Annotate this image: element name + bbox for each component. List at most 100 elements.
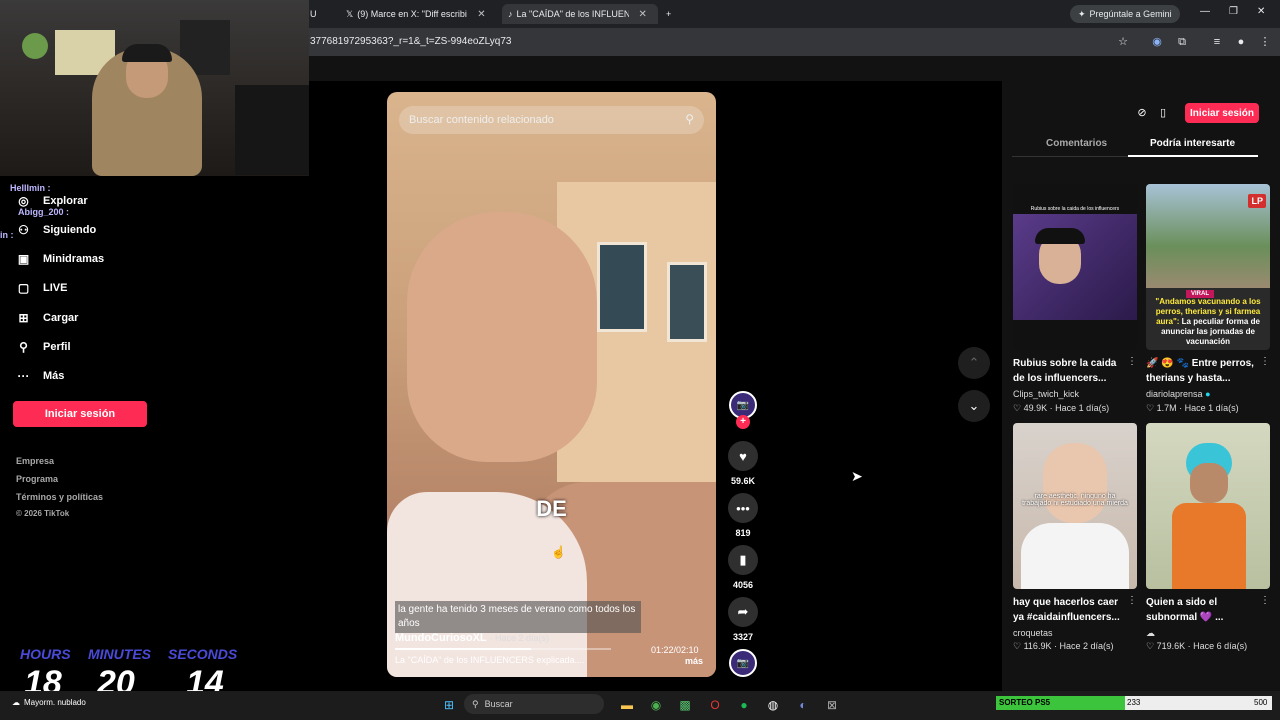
card-author-row[interactable]: diariolaprensa ● [1146,389,1211,399]
heart-outline-icon: ♡ [1013,641,1022,651]
sidebar-item-cargar[interactable]: ⊞ Cargar [16,309,78,327]
maximize-icon[interactable]: ❐ [1229,6,1238,17]
follow-plus-icon[interactable]: + [736,415,750,429]
app-icon[interactable]: ◍ [764,696,782,714]
video-bg-window [667,262,707,342]
heart-outline-icon: ♡ [1013,403,1022,413]
sorteo-goal: 500 [1254,698,1268,707]
webcam-monitor [235,85,309,175]
windows-start-icon[interactable]: ⊞ [440,696,458,714]
previous-video-button[interactable]: ⌃ [958,347,990,379]
sidebar-item-label: Explorar [43,195,88,207]
sidebar-item-siguiendo[interactable]: ⚇ Siguiendo [16,221,96,239]
share-button[interactable]: ➦ [728,597,758,627]
discord-icon[interactable]: ◐ [794,696,812,714]
webcam-decor [22,33,48,59]
card-likes: 116.9K [1023,641,1052,651]
phone-icon[interactable]: ▯ [1154,104,1172,122]
card-author[interactable]: diariolaprensa [1146,389,1203,399]
heart-outline-icon: ♡ [1146,641,1155,651]
url-field[interactable]: 37768197295363?_r=1&_t=ZS-994eoZLyq73 [310,36,511,47]
media-icon[interactable]: ≡ [1210,35,1224,49]
sidebar-item-minidramas[interactable]: ▣ Minidramas [16,250,104,268]
chrome-icon[interactable]: ◉ [647,696,665,714]
close-tab-icon[interactable]: ✕ [477,9,485,20]
next-video-button[interactable]: ⌄ [958,390,990,422]
save-button[interactable]: ▮ [728,545,758,575]
tiktok-logo-icon: ♪ [508,9,513,19]
video-author[interactable]: MundoCuriosoXL · Hace 2 día(s) [395,632,549,644]
extension-badge-icon[interactable]: ◉ [1150,35,1164,49]
tab-x-post[interactable]: 𝕏 (9) Marce en X: "Diff escribi est ✕ [346,4,496,24]
footer-link-programa[interactable]: Programa [16,474,58,484]
card-author[interactable]: croquetas [1013,628,1053,638]
weather-widget[interactable]: ☁ Mayorm. nublado [12,698,86,707]
cloud-icon: ☁ [12,698,20,707]
share-count: 3327 [732,632,754,642]
card-title[interactable]: hay que hacerlos caer ya #caidainfluence… [1013,595,1123,625]
footer-link-terminos[interactable]: Términos y políticas [16,492,103,502]
sidebar-item-mas[interactable]: ··· Más [16,367,65,385]
card-likes: 1.7M [1156,403,1177,413]
close-tab-icon[interactable]: ✕ [639,9,647,20]
related-search-input[interactable]: Buscar contenido relacionado ⚲ [399,106,704,134]
posted-time: · Hace 2 día(s) [489,633,550,643]
sidebar-item-live[interactable]: ▢ LIVE [16,279,68,297]
folder-icon[interactable]: ▬ [618,696,636,714]
video-thumbnail[interactable]: LP VIRAL "Andamos vacunando a los perros… [1146,184,1270,350]
extensions-icon[interactable]: ⧉ [1175,35,1189,49]
sidebar-item-explorar[interactable]: ◎ Explorar [16,192,88,210]
video-thumbnail[interactable]: Rubius sobre la caida de los influencers [1013,184,1137,350]
sidebar-item-perfil[interactable]: ⚲ Perfil [16,338,70,356]
weather-label: Mayorm. nublado [24,698,86,707]
gemini-button[interactable]: ✦ Pregúntale a Gemini [1070,5,1180,23]
sound-avatar[interactable]: 📷 [729,649,757,677]
kebab-icon[interactable]: ⋮ [1260,356,1270,367]
bookmark-icon: ▮ [739,552,747,567]
card-title[interactable]: Rubius sobre la caida de los influencers… [1013,356,1123,386]
search-icon[interactable]: ⚲ [685,112,694,126]
opera-icon[interactable]: O [706,696,724,714]
app-window-icon[interactable]: ⊠ [823,696,841,714]
card-title[interactable]: 🚀 😍 🐾 Entre perros, therians y hasta... [1146,356,1256,386]
tab-label: (9) Marce en X: "Diff escribi est [357,9,467,19]
footer-link-empresa[interactable]: Empresa [16,456,54,466]
video-player[interactable]: Buscar contenido relacionado ⚲ DE ☝ la g… [387,92,716,677]
save-count: 4056 [732,580,754,590]
xbox-icon[interactable]: ▩ [676,696,694,714]
like-count: 59.6K [730,476,756,486]
tab-partial[interactable]: U [310,4,324,24]
tab-comentarios[interactable]: Comentarios [1046,138,1107,149]
tab-label: U [310,9,317,19]
tab-tiktok[interactable]: ♪ La "CAÍDA" de los INFLUENCER ✕ [502,4,658,24]
link-icon[interactable]: ⊘ [1133,104,1151,122]
kebab-icon[interactable]: ⋮ [1127,595,1137,606]
window-close-icon[interactable]: ✕ [1257,6,1265,17]
taskbar-search[interactable]: ⚲ Buscar [464,694,604,714]
spotify-icon[interactable]: ● [735,696,753,714]
comment-button[interactable]: ••• [728,493,758,523]
thumb-face [1043,443,1107,523]
card-likes: 719.6K [1156,641,1186,651]
card-author-avatar-icon[interactable]: ☁ [1146,628,1155,639]
minimize-icon[interactable]: — [1200,6,1210,17]
video-progress[interactable] [395,648,611,650]
profile-icon[interactable]: ● [1234,35,1248,49]
more-link[interactable]: más [685,656,703,666]
kebab-icon[interactable]: ⋮ [1260,595,1270,606]
card-title[interactable]: Quien a sido el subnormal 💜 ... [1146,595,1256,625]
new-tab-button[interactable]: + [666,4,671,24]
panel-login-button[interactable]: Iniciar sesión [1185,103,1259,123]
video-thumbnail[interactable]: rare aesthetic, ninguno ha trabajado ni … [1013,423,1137,589]
login-button[interactable]: Iniciar sesión [13,401,147,427]
timer-seconds-label: SECONDS [168,646,238,662]
menu-dots-icon[interactable]: ⋮ [1258,35,1272,49]
author-name[interactable]: MundoCuriosoXL [395,632,486,644]
card-author[interactable]: Clips_twich_kick [1013,389,1079,399]
video-time: 01:22/02:10 [651,645,699,655]
video-thumbnail[interactable] [1146,423,1270,589]
like-button[interactable]: ♥ [728,441,758,471]
star-icon[interactable]: ☆ [1116,35,1130,49]
kebab-icon[interactable]: ⋮ [1127,356,1137,367]
tab-podria-interesarte[interactable]: Podría interesarte [1150,138,1235,149]
